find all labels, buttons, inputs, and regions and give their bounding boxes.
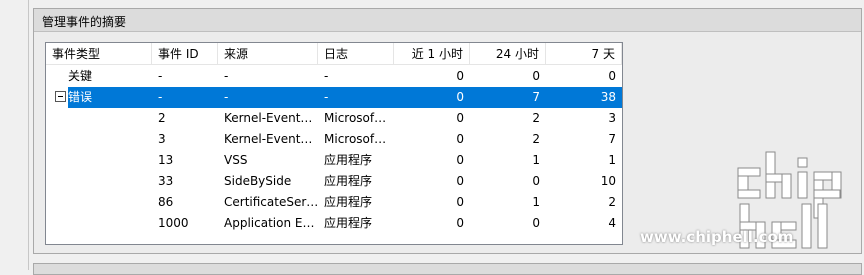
cell-log: 应用程序 — [324, 195, 373, 209]
cell-last-hour: 0 — [456, 90, 464, 104]
cell-24-hours: 2 — [532, 132, 540, 146]
cell-7-days: 1 — [608, 153, 616, 167]
table-row[interactable]: 关键 - - - 0 0 0 — [46, 66, 622, 87]
cell-event-id: 2 — [158, 111, 166, 125]
column-header-24-hours[interactable]: 24 小时 — [470, 43, 546, 65]
cell-24-hours: 7 — [532, 90, 540, 104]
column-header-7-days[interactable]: 7 天 — [546, 43, 622, 65]
cell-event-id: 13 — [158, 153, 174, 167]
cell-7-days: 7 — [608, 132, 616, 146]
cell-log: - — [324, 90, 329, 104]
cell-24-hours: 1 — [532, 195, 540, 209]
table-row-selected[interactable]: 错误 - - - 0 7 38 — [68, 87, 622, 108]
cell-log: 应用程序 — [324, 216, 373, 230]
cell-source: Kernel-Event… — [224, 132, 313, 146]
cell-source: Application E… — [224, 216, 315, 230]
cell-last-hour: 0 — [456, 153, 464, 167]
cell-7-days: 10 — [600, 174, 616, 188]
cell-last-hour: 0 — [456, 111, 464, 125]
cell-24-hours: 0 — [532, 69, 540, 83]
cell-event-type: 错误 — [68, 90, 93, 104]
table-row[interactable]: 1000 Application E… 应用程序 0 0 4 — [46, 213, 622, 234]
cell-source: VSS — [224, 153, 248, 167]
cell-event-id: - — [158, 90, 163, 104]
cell-7-days: 4 — [608, 216, 616, 230]
next-panel-header[interactable] — [33, 263, 862, 275]
cell-event-id: 1000 — [158, 216, 189, 230]
watermark-url: www.chiphell.com — [640, 228, 794, 246]
cell-log: 应用程序 — [324, 153, 373, 167]
cell-source: - — [224, 69, 229, 83]
column-header-event-id[interactable]: 事件 ID — [152, 43, 218, 65]
cell-source: Kernel-Event… — [224, 111, 313, 125]
cell-log: Microsof… — [324, 111, 387, 125]
cell-24-hours: 0 — [532, 174, 540, 188]
cell-24-hours: 2 — [532, 111, 540, 125]
table-row[interactable]: 33 SideBySide 应用程序 0 0 10 — [46, 171, 622, 192]
panel-title: 管理事件的摘要 — [42, 15, 127, 29]
table-row[interactable]: 13 VSS 应用程序 0 1 1 — [46, 150, 622, 171]
watermark: www.chiphell.com — [640, 150, 860, 260]
cell-event-id: - — [158, 69, 163, 83]
cell-last-hour: 0 — [456, 174, 464, 188]
column-header-last-hour[interactable]: 近 1 小时 — [394, 43, 470, 65]
cell-7-days: 0 — [608, 69, 616, 83]
cell-last-hour: 0 — [456, 132, 464, 146]
cell-event-id: 33 — [158, 174, 174, 188]
left-splitter-edge — [0, 0, 29, 270]
cell-source: CertificateSer… — [224, 195, 318, 209]
table-row[interactable]: 3 Kernel-Event… Microsof… 0 2 7 — [46, 129, 622, 150]
table-row[interactable]: 86 CertificateSer… 应用程序 0 1 2 — [46, 192, 622, 213]
cell-last-hour: 0 — [456, 195, 464, 209]
cell-7-days: 38 — [600, 90, 616, 104]
table-row[interactable]: 2 Kernel-Event… Microsof… 0 2 3 — [46, 108, 622, 129]
cell-log: Microsof… — [324, 132, 387, 146]
cell-event-type: 关键 — [68, 69, 93, 83]
cell-24-hours: 0 — [532, 216, 540, 230]
panel-header[interactable]: 管理事件的摘要 — [34, 9, 861, 32]
cell-event-id: 3 — [158, 132, 166, 146]
event-summary-list[interactable]: 事件类型 事件 ID 来源 日志 近 1 小时 24 小时 7 天 关键 - -… — [45, 42, 623, 245]
cell-log: 应用程序 — [324, 174, 373, 188]
cell-24-hours: 1 — [532, 153, 540, 167]
cell-source: SideBySide — [224, 174, 292, 188]
column-header-source[interactable]: 来源 — [218, 43, 318, 65]
cell-event-id: 86 — [158, 195, 174, 209]
cell-last-hour: 0 — [456, 69, 464, 83]
column-header-event-type[interactable]: 事件类型 — [46, 43, 152, 65]
cell-7-days: 3 — [608, 111, 616, 125]
cell-last-hour: 0 — [456, 216, 464, 230]
column-header-log[interactable]: 日志 — [318, 43, 394, 65]
cell-log: - — [324, 69, 329, 83]
cell-source: - — [224, 90, 229, 104]
cell-7-days: 2 — [608, 195, 616, 209]
